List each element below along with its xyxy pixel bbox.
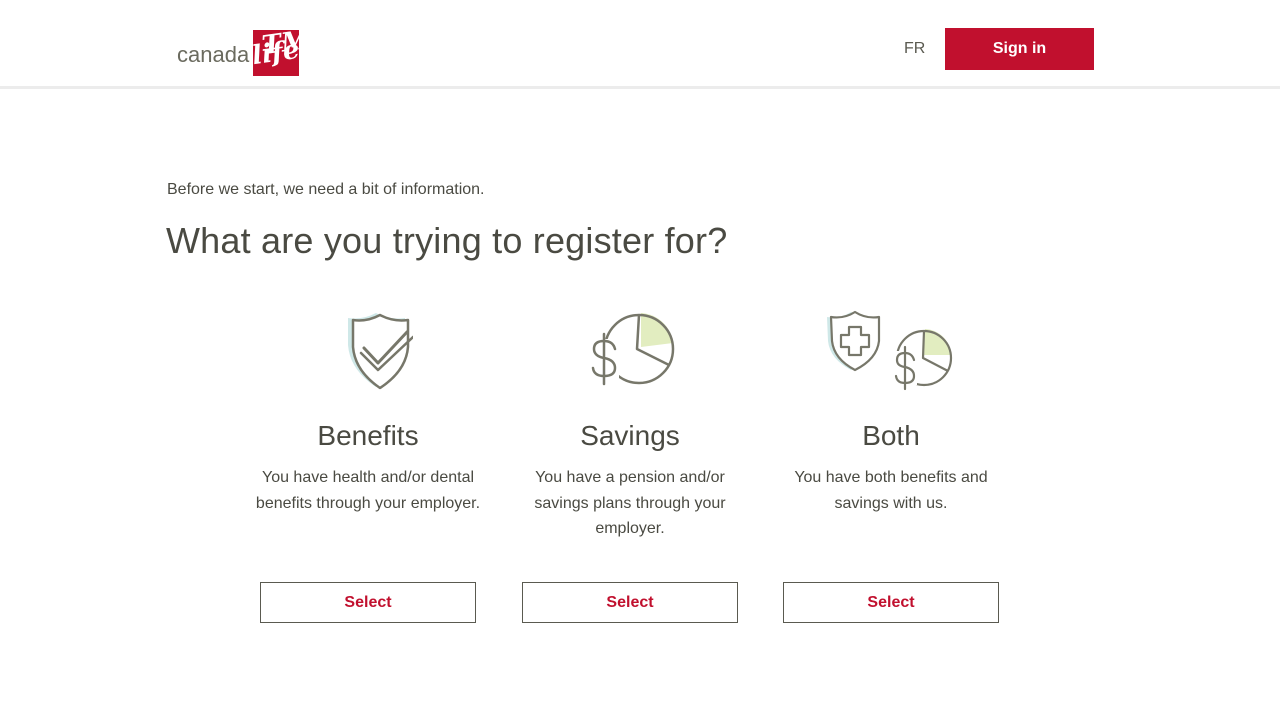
select-savings-button[interactable]: Select	[522, 582, 738, 623]
site-header: canada life TM FR Sign in	[0, 0, 1280, 89]
option-card-benefits: Benefits You have health and/or dental b…	[248, 305, 488, 623]
logo-wordmark: canada	[177, 42, 250, 67]
logo-life-mark: life TM	[251, 25, 312, 76]
option-card-both: Both You have both benefits and savings …	[771, 305, 1011, 623]
dollar-pie-chart-icon	[510, 305, 750, 395]
intro-text: Before we start, we need a bit of inform…	[167, 181, 485, 198]
option-description: You have health and/or dental benefits t…	[255, 469, 481, 512]
option-title: Savings	[580, 420, 680, 451]
sign-in-button[interactable]: Sign in	[945, 28, 1094, 70]
option-title: Benefits	[317, 420, 419, 451]
select-both-button[interactable]: Select	[783, 582, 999, 623]
shield-cross-dollar-pie-icon	[771, 305, 1011, 395]
select-benefits-button[interactable]: Select	[260, 582, 476, 623]
option-description: You have a pension and/or savings plans …	[534, 469, 726, 537]
option-title: Both	[862, 420, 920, 451]
page-title: What are you trying to register for?	[166, 220, 728, 261]
option-card-savings: Savings You have a pension and/or saving…	[510, 305, 750, 623]
logo-trademark: TM	[260, 24, 313, 62]
language-toggle-link[interactable]: FR	[904, 40, 925, 58]
shield-check-icon	[248, 305, 488, 395]
canada-life-logo[interactable]: canada life TM	[177, 25, 312, 76]
option-description: You have both benefits and savings with …	[794, 469, 988, 512]
